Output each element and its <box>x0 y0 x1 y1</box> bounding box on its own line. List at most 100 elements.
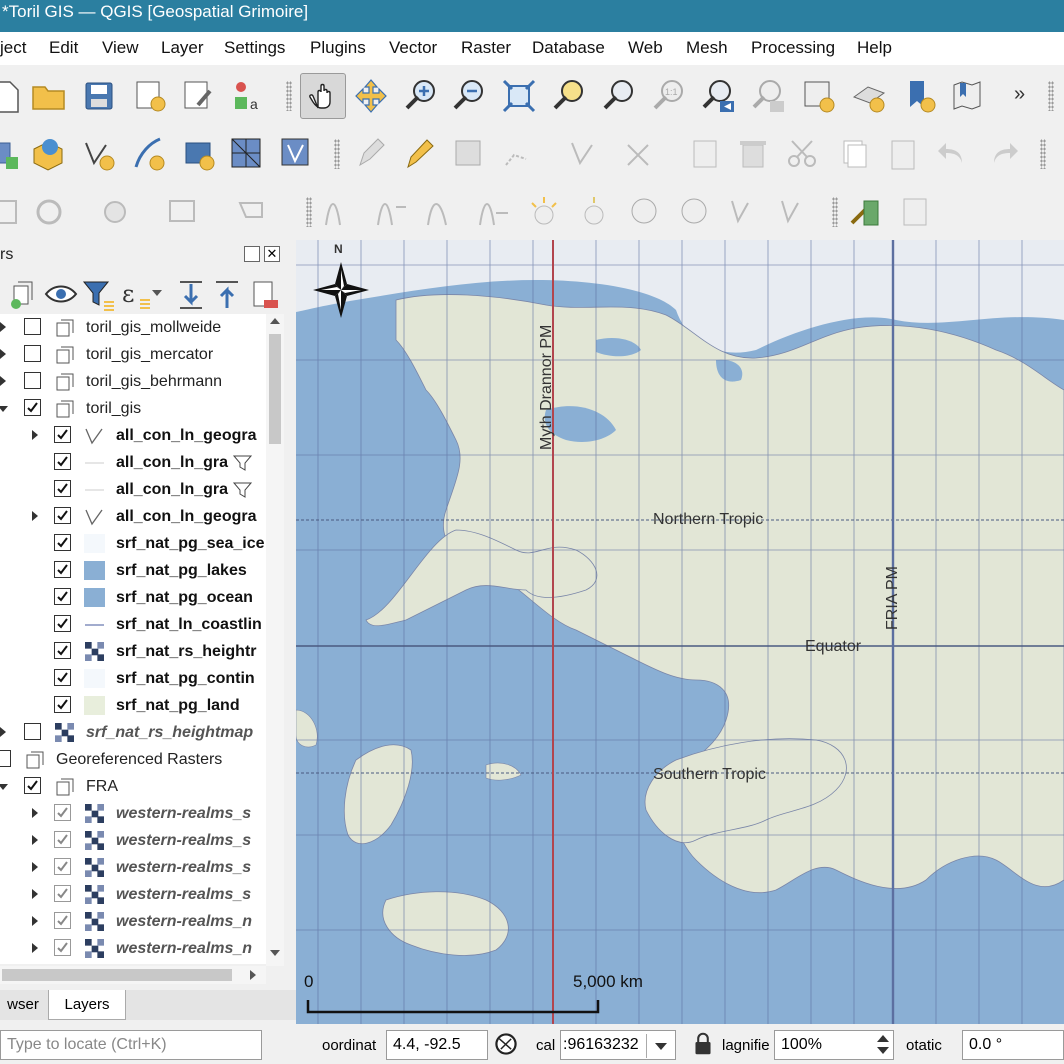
menu-vector[interactable]: Vector <box>389 38 437 58</box>
expand-arrow[interactable] <box>32 889 38 899</box>
scroll-down-icon[interactable] <box>270 950 280 956</box>
expand-arrow[interactable] <box>0 322 6 332</box>
layer-row[interactable]: srf_nat_rs_heightmap <box>0 719 266 746</box>
layer-row[interactable]: srf_nat_pg_land <box>0 692 266 719</box>
expand-arrow[interactable] <box>0 376 6 386</box>
map-canvas[interactable]: N Myth Drannor PM FRIA PM Northern Tropi… <box>296 240 1064 1024</box>
panel-close-icon[interactable]: ✕ <box>264 246 280 262</box>
menu-settings[interactable]: Settings <box>224 38 285 58</box>
layer-checkbox[interactable] <box>54 885 71 902</box>
toggle-editing-icon[interactable] <box>400 135 438 173</box>
expand-arrow[interactable] <box>0 727 6 737</box>
tab-browser[interactable]: wser <box>0 990 46 1020</box>
layer-tree-vertical-scrollbar[interactable] <box>266 314 284 966</box>
toolbar-overflow-button[interactable]: » <box>1014 83 1025 106</box>
toolbar-handle[interactable] <box>832 197 838 227</box>
expand-arrow[interactable] <box>32 943 38 953</box>
toolbar-handle[interactable] <box>334 139 340 169</box>
scroll-up-icon[interactable] <box>270 318 280 324</box>
layer-checkbox[interactable] <box>54 939 71 956</box>
data-source-manager-icon[interactable] <box>0 135 24 173</box>
toolbar-handle[interactable] <box>1040 139 1046 169</box>
new-annotation-icon[interactable] <box>130 135 168 173</box>
menu-edit[interactable]: Edit <box>49 38 78 58</box>
expand-arrow[interactable] <box>32 835 38 845</box>
layer-row[interactable]: western-realms_s <box>0 854 266 881</box>
menu-plugins[interactable]: Plugins <box>310 38 366 58</box>
new-print-layout-icon[interactable] <box>132 77 170 115</box>
layer-checkbox[interactable] <box>0 750 11 767</box>
layer-row-behrmann[interactable]: toril_gis_behrmann <box>0 368 266 395</box>
menu-database[interactable]: Database <box>532 38 605 58</box>
new-temporary-layer-icon[interactable] <box>180 135 218 173</box>
new-project-icon[interactable] <box>0 77 24 115</box>
layer-row[interactable]: all_con_ln_gra <box>0 476 266 503</box>
toolbar-handle[interactable] <box>1048 81 1054 111</box>
layer-row[interactable]: all_con_ln_geogra <box>0 503 266 530</box>
layer-row[interactable]: western-realms_s <box>0 881 266 908</box>
menu-project[interactable]: ject <box>0 38 26 58</box>
layer-checkbox[interactable] <box>24 345 41 362</box>
scroll-thumb[interactable] <box>2 969 232 981</box>
layer-checkbox[interactable] <box>24 777 41 794</box>
zoom-full-icon[interactable] <box>500 77 538 115</box>
layer-row-toril-gis[interactable]: toril_gis <box>0 395 266 422</box>
layer-checkbox[interactable] <box>24 399 41 416</box>
locate-input[interactable]: Type to locate (Ctrl+K) <box>0 1030 262 1060</box>
magnifier-spinner[interactable] <box>874 1032 892 1058</box>
layer-row-georeferenced[interactable]: Georeferenced Rasters <box>0 746 266 773</box>
filter-legend-icon[interactable] <box>80 276 114 311</box>
layer-checkbox[interactable] <box>54 642 71 659</box>
menu-view[interactable]: View <box>102 38 139 58</box>
expand-arrow[interactable] <box>32 916 38 926</box>
georeferencer-icon[interactable] <box>846 193 884 231</box>
show-bookmarks-icon[interactable] <box>948 77 986 115</box>
layer-checkbox[interactable] <box>54 453 71 470</box>
scroll-thumb[interactable] <box>269 334 281 444</box>
layer-row[interactable]: western-realms_s <box>0 800 266 827</box>
scroll-right-icon[interactable] <box>250 970 256 980</box>
menu-mesh[interactable]: Mesh <box>686 38 728 58</box>
coordinate-field[interactable]: 4.4, -92.5 <box>386 1030 488 1060</box>
expand-arrow[interactable] <box>32 430 38 440</box>
layer-checkbox[interactable] <box>54 615 71 632</box>
menu-raster[interactable]: Raster <box>461 38 511 58</box>
new-mesh-layer-icon[interactable] <box>228 135 266 173</box>
add-vector-layer-icon[interactable] <box>30 135 68 173</box>
layer-checkbox[interactable] <box>24 723 41 740</box>
toolbar-handle[interactable] <box>286 81 292 111</box>
layer-checkbox[interactable] <box>54 561 71 578</box>
layer-checkbox[interactable] <box>54 507 71 524</box>
layer-checkbox[interactable] <box>54 696 71 713</box>
rotation-field[interactable]: 0.0 ° <box>962 1030 1064 1060</box>
layer-checkbox[interactable] <box>24 318 41 335</box>
scale-dropdown[interactable] <box>646 1034 675 1058</box>
toggle-extents-icon[interactable] <box>492 1030 520 1058</box>
layer-row[interactable]: srf_nat_rs_heightr <box>0 638 266 665</box>
manage-visibility-icon[interactable] <box>42 276 78 308</box>
open-project-icon[interactable] <box>30 77 68 115</box>
layer-row-fra[interactable]: FRA <box>0 773 266 800</box>
menu-web[interactable]: Web <box>628 38 663 58</box>
expand-arrow[interactable] <box>0 349 6 359</box>
pan-to-selection-icon[interactable] <box>352 77 390 115</box>
layer-row[interactable]: srf_nat_pg_contin <box>0 665 266 692</box>
layer-checkbox[interactable] <box>54 831 71 848</box>
menu-processing[interactable]: Processing <box>751 38 835 58</box>
layer-row-mollweide[interactable]: toril_gis_mollweide <box>0 314 266 341</box>
layer-checkbox[interactable] <box>54 534 71 551</box>
zoom-last-icon[interactable] <box>700 77 738 115</box>
lock-scale-icon[interactable] <box>690 1030 716 1058</box>
map-drawing[interactable] <box>296 240 1064 1024</box>
tab-layers[interactable]: Layers <box>48 990 126 1020</box>
zoom-in-icon[interactable] <box>402 77 440 115</box>
new-virtual-layer-icon[interactable] <box>278 135 316 173</box>
layer-row[interactable]: western-realms_s <box>0 827 266 854</box>
add-group-icon[interactable] <box>4 276 36 309</box>
layer-tree-horizontal-scrollbar[interactable] <box>0 966 266 984</box>
collapse-all-icon[interactable] <box>208 276 240 308</box>
layer-checkbox[interactable] <box>54 588 71 605</box>
layer-row[interactable]: srf_nat_pg_sea_ice <box>0 530 266 557</box>
layer-row-mercator[interactable]: toril_gis_mercator <box>0 341 266 368</box>
layer-checkbox[interactable] <box>54 669 71 686</box>
